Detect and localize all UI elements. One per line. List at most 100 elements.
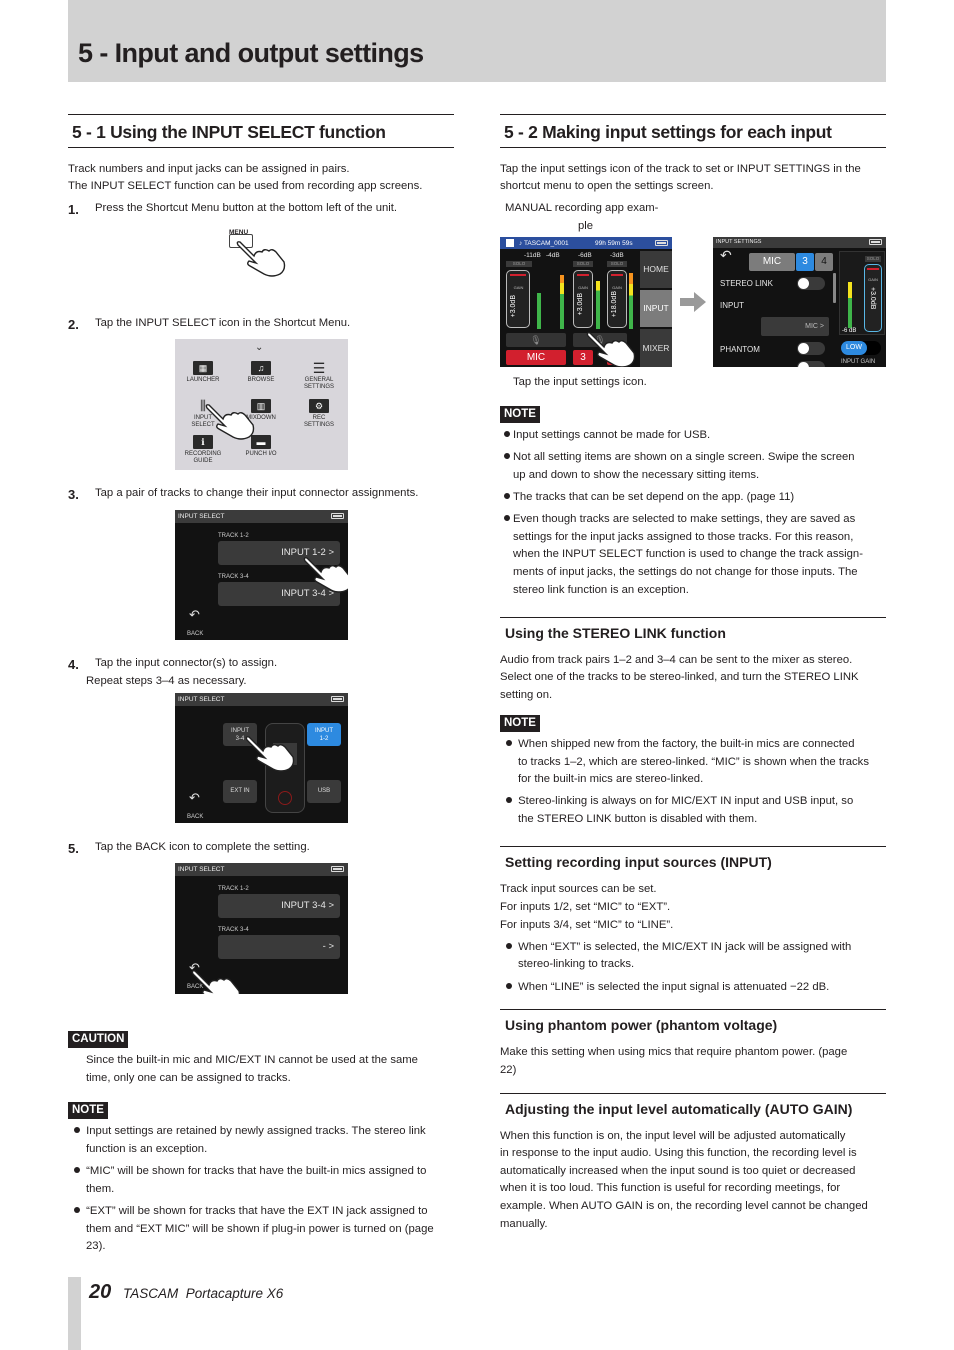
subsection-title: Adjusting the input level automatically … xyxy=(505,1101,853,1117)
step-number: 1. xyxy=(68,202,79,217)
step-subtext: Repeat steps 3–4 as necessary. xyxy=(86,675,247,687)
back-arrow-icon[interactable]: ↶ xyxy=(720,248,732,262)
mixer-button[interactable]: MIXER xyxy=(640,329,672,367)
note-text: them and “EXT MIC” will be shown if plug… xyxy=(86,1223,434,1235)
phantom-toggle[interactable] xyxy=(797,342,825,355)
note-text: “MIC” will be shown for tracks that have… xyxy=(86,1165,427,1177)
tab-mic[interactable]: MIC xyxy=(749,253,795,271)
input-select-screen-step3: INPUT SELECT TRACK 1-2 INPUT 1-2 > TRACK… xyxy=(175,510,348,640)
level-readout: -6dB xyxy=(578,252,592,259)
gain-fader[interactable]: GAIN +3.0dB xyxy=(573,270,593,328)
chevron-down-icon[interactable]: ⌄ xyxy=(255,339,263,357)
subsection-heading: Using phantom power (phantom voltage) xyxy=(500,1009,886,1039)
input-1-2-button[interactable]: INPUT 1-2 xyxy=(307,723,341,746)
bullet-text: When “EXT” is selected, the MIC/EXT IN j… xyxy=(518,941,852,953)
back-label[interactable]: BACK xyxy=(187,813,203,822)
footer-bar xyxy=(68,1277,81,1350)
body-line: when it is too loud. This function is us… xyxy=(500,1182,841,1194)
section-heading-5-2: 5 - 2 Making input settings for each inp… xyxy=(500,114,886,148)
note-badge: NOTE xyxy=(500,715,540,732)
menu-item-browse[interactable]: ♫ BROWSE xyxy=(235,361,287,384)
battery-icon xyxy=(331,696,344,702)
track-3-4-input-selector[interactable]: - > xyxy=(218,935,340,959)
battery-icon xyxy=(331,866,344,872)
menu-item-label: PUNCH I/O xyxy=(245,451,277,457)
input-source-mic[interactable]: MIC xyxy=(506,350,566,365)
auto-gain-toggle[interactable] xyxy=(797,361,825,367)
menu-item-general-settings[interactable]: ☰ GENERAL SETTINGS xyxy=(293,361,345,391)
shortcut-menu-screen: ⌄ ▦ LAUNCHER ♫ BROWSE ☰ GENERAL SETTINGS ⫼ I… xyxy=(175,339,348,470)
note-bullet: Input settings cannot be made for USB. xyxy=(504,427,710,445)
screen-title-bar: INPUT SELECT xyxy=(175,693,348,706)
note-text: the STEREO LINK button is disabled with … xyxy=(518,813,758,825)
subsection-title: Using the STEREO LINK function xyxy=(505,625,726,641)
gain-fader[interactable]: GAIN +3.0dB xyxy=(864,264,882,332)
home-button[interactable]: HOME xyxy=(640,251,672,288)
remaining-time: 99h 59m 59s xyxy=(595,240,633,247)
note-bullet: Stereo-linking is always on for MIC/EXT … xyxy=(506,793,853,811)
screen-title: INPUT SETTINGS xyxy=(716,239,762,245)
step-text: Tap the input connector(s) to assign. xyxy=(95,657,278,669)
menu-item-label: REC SETTINGS xyxy=(303,415,334,428)
track-1-2-input-selector[interactable]: INPUT 3-4 > xyxy=(218,894,340,918)
caution-text-line: time, only one can be assigned to tracks… xyxy=(86,1072,291,1084)
tab-track-3[interactable]: 3 xyxy=(796,253,814,271)
tab-track-4[interactable]: 4 xyxy=(815,253,833,271)
body-line: Track input sources can be set. xyxy=(500,883,657,895)
intro-line-2: The INPUT SELECT function can be used fr… xyxy=(68,180,423,192)
note-bullet: When shipped new from the factory, the b… xyxy=(506,736,855,754)
caution-badge: CAUTION xyxy=(68,1031,129,1048)
input-gain-label: INPUT GAIN xyxy=(841,359,876,365)
bullet-icon xyxy=(74,1127,80,1134)
level-meter xyxy=(560,275,564,329)
bullet-icon xyxy=(74,1207,80,1214)
input-button[interactable]: INPUT xyxy=(640,290,672,327)
track-label: TRACK 1-2 xyxy=(218,886,249,892)
track-label: TRACK 3-4 xyxy=(218,927,249,933)
filename: ♪ TASCAM_0001 xyxy=(519,240,569,247)
body-line: manually. xyxy=(500,1218,548,1230)
bullet: When “EXT” is selected, the MIC/EXT IN j… xyxy=(506,939,851,957)
back-arrow-icon[interactable]: ↶ xyxy=(189,608,200,621)
level-meter xyxy=(848,282,852,328)
gain-fader[interactable]: GAIN +3.0dB xyxy=(506,270,530,328)
level-readout: -11dB xyxy=(524,252,541,259)
usb-button[interactable]: USB xyxy=(307,780,341,803)
input-settings-icon[interactable]: 🎙 xyxy=(506,333,566,347)
gain-value: +18.0dB xyxy=(611,291,618,318)
menu-item-launcher[interactable]: ▦ LAUNCHER xyxy=(177,361,229,384)
chapter-title: 5 - Input and output settings xyxy=(78,38,424,68)
step-number: 5. xyxy=(68,841,79,856)
note-text: The tracks that can be set depend on the… xyxy=(513,491,795,503)
rec-settings-icon: ⚙ xyxy=(309,399,329,413)
back-label[interactable]: BACK xyxy=(187,630,203,639)
stereo-link-toggle[interactable] xyxy=(797,277,825,290)
gain-fader[interactable]: GAIN +18.0dB xyxy=(607,270,627,328)
note-badge: NOTE xyxy=(68,1102,108,1119)
ext-in-button[interactable]: EXT IN xyxy=(223,780,257,803)
input-gain-toggle[interactable]: LOW xyxy=(841,341,881,355)
arrow-right-icon xyxy=(680,292,706,312)
note-text: Input settings cannot be made for USB. xyxy=(513,429,711,441)
solo-button[interactable]: SOLO xyxy=(865,256,881,262)
solo-button[interactable]: SOLO xyxy=(607,261,627,267)
back-arrow-icon[interactable]: ↶ xyxy=(189,791,200,804)
gain-label: GAIN xyxy=(868,277,878,282)
note-text: Input settings are retained by newly ass… xyxy=(86,1125,426,1137)
intro-line-2: shortcut menu to open the settings scree… xyxy=(500,180,714,192)
scrollbar[interactable] xyxy=(833,273,836,303)
hand-pointer-icon xyxy=(586,332,636,367)
solo-button[interactable]: SOLO xyxy=(506,261,532,267)
menu-item-rec-settings[interactable]: ⚙ REC SETTINGS xyxy=(293,399,345,429)
device-wheel xyxy=(278,791,292,805)
note-bullet: Even though tracks are selected to make … xyxy=(504,511,855,529)
input-source-selector[interactable]: MIC > xyxy=(761,317,829,336)
input-gain-low: LOW xyxy=(841,341,867,355)
level-panel: SOLO -6 dB GAIN +3.0dB xyxy=(839,251,885,335)
recording-app-screen: ♪ TASCAM_0001 99h 59m 59s -11dB -4dB -6d… xyxy=(500,237,672,367)
stop-icon xyxy=(506,239,514,247)
solo-button[interactable]: SOLO xyxy=(573,261,593,267)
gain-value: +3.0dB xyxy=(577,293,584,316)
level-meter xyxy=(596,281,600,329)
body-line: Make this setting when using mics that r… xyxy=(500,1046,848,1058)
